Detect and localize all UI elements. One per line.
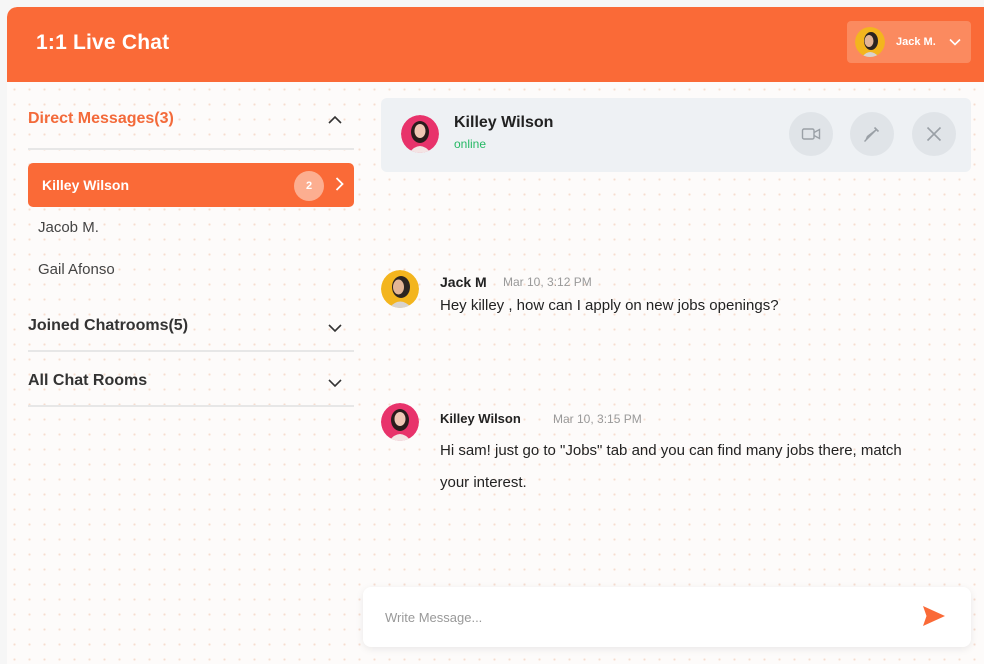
dm-item-name: Jacob M.	[38, 219, 99, 236]
user-menu-button[interactable]: Jack M.	[847, 21, 971, 63]
message-divider	[375, 383, 980, 384]
direct-messages-header[interactable]: Direct Messages(3)	[28, 82, 354, 150]
eyedropper-button[interactable]	[850, 112, 894, 156]
joined-chatrooms-label: Joined Chatrooms(5)	[28, 317, 189, 334]
all-chat-rooms-header[interactable]: All Chat Rooms	[28, 352, 354, 407]
message-composer	[363, 587, 971, 647]
unread-badge: 2	[294, 171, 324, 201]
chevron-right-icon	[335, 177, 344, 191]
sidebar: Direct Messages(3) Killey Wilson 2 Jacob…	[28, 82, 354, 407]
contact-name: Killey Wilson	[454, 114, 554, 131]
eyedropper-icon	[864, 126, 880, 142]
message-time: Mar 10, 3:15 PM	[553, 412, 642, 426]
send-icon[interactable]	[922, 605, 946, 627]
message-text: Hi sam! just go to "Jobs" tab and you ca…	[440, 442, 902, 491]
joined-chatrooms-header[interactable]: Joined Chatrooms(5)	[28, 297, 354, 352]
sender-avatar	[381, 403, 419, 441]
user-avatar	[855, 27, 885, 57]
dm-item-jacob-m[interactable]: Jacob M.	[28, 205, 354, 249]
app-window: 1:1 Live Chat Jack M. Direct Messages(3)	[7, 7, 984, 664]
video-camera-icon	[801, 128, 821, 140]
chevron-down-icon	[949, 38, 961, 46]
all-chat-rooms-label: All Chat Rooms	[28, 372, 148, 389]
message-author: Jack M	[440, 274, 487, 290]
chevron-down-icon	[328, 379, 342, 388]
user-name: Jack M.	[896, 36, 936, 48]
app-title: 1:1 Live Chat	[36, 31, 170, 54]
message-author: Killey Wilson	[440, 411, 521, 426]
message-time: Mar 10, 3:12 PM	[503, 275, 592, 289]
close-chat-button[interactable]	[912, 112, 956, 156]
dm-item-name: Gail Afonso	[38, 261, 115, 278]
dm-item-gail-afonso[interactable]: Gail Afonso	[28, 247, 354, 291]
chevron-down-icon	[328, 324, 342, 333]
sender-avatar	[381, 270, 419, 308]
close-icon	[926, 126, 942, 142]
message-item: Jack M Mar 10, 3:12 PM Hey killey , how …	[381, 270, 971, 380]
chat-header: Killey Wilson online	[381, 98, 971, 172]
contact-avatar	[401, 115, 439, 153]
direct-messages-list: Killey Wilson 2 Jacob M. Gail Afonso	[28, 150, 354, 295]
direct-messages-label: Direct Messages(3)	[28, 110, 174, 127]
dm-item-name: Killey Wilson	[42, 177, 130, 193]
contact-status: online	[454, 137, 487, 151]
message-text: Hey killey , how can I apply on new jobs…	[440, 297, 779, 314]
message-input[interactable]	[385, 605, 885, 629]
chevron-up-icon	[328, 115, 342, 124]
dm-item-killey-wilson[interactable]: Killey Wilson 2	[28, 163, 354, 207]
video-call-button[interactable]	[789, 112, 833, 156]
top-header: 1:1 Live Chat Jack M.	[7, 7, 984, 82]
